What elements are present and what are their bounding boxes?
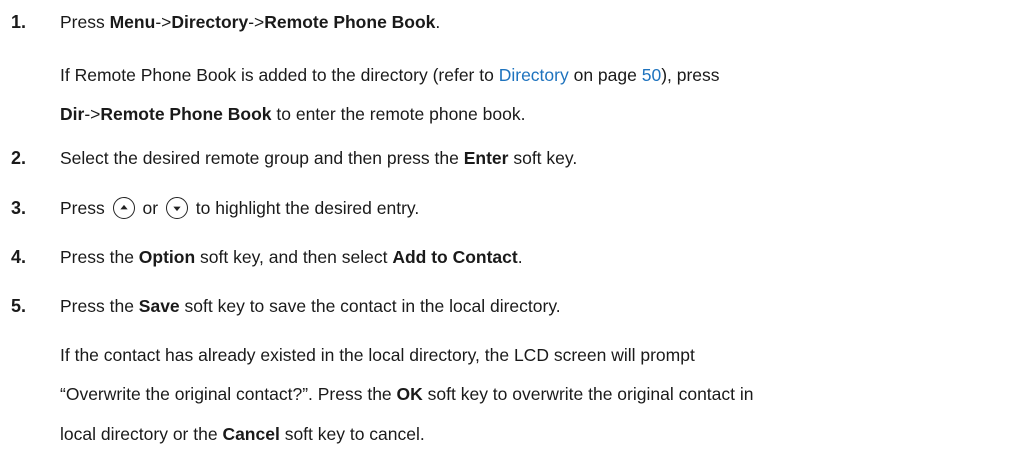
step-3: 3. Press or to highlight the desired ent…	[0, 192, 1013, 224]
text: soft key to overwrite the original conta…	[422, 384, 754, 404]
arrow-text: ->	[84, 104, 101, 124]
step-text: Press the Option soft key, and then sele…	[60, 241, 523, 273]
text: ), press	[661, 65, 720, 85]
remote-phone-book-term: Remote Phone Book	[264, 12, 436, 32]
text: soft key to save the contact in the loca…	[179, 296, 561, 316]
text: Press	[60, 12, 110, 32]
text: to enter the remote phone book.	[271, 104, 526, 124]
text: “Overwrite the original contact?”. Press…	[60, 384, 397, 404]
text: soft key.	[508, 148, 578, 168]
step-text: Press the Save soft key to save the cont…	[60, 290, 561, 322]
text: If Remote Phone Book is added to the dir…	[60, 65, 499, 85]
enter-term: Enter	[463, 148, 509, 168]
dir-term: Dir	[60, 104, 85, 124]
step-text: Press or to highlight the desired entry.	[60, 192, 419, 224]
text: If the contact has already existed in th…	[60, 345, 695, 365]
text: local directory or the	[60, 424, 223, 444]
remote-phone-book-term: Remote Phone Book	[100, 104, 272, 124]
menu-term: Menu	[109, 12, 156, 32]
step-number: 3.	[11, 198, 27, 218]
text: Press the	[60, 296, 139, 316]
arrow-text: ->	[248, 12, 265, 32]
text: soft key, and then select	[195, 247, 393, 267]
text: to highlight the desired entry.	[195, 198, 420, 218]
text: or	[142, 198, 159, 218]
down-arrow-key-icon	[165, 196, 188, 219]
step-2: 2. Select the desired remote group and t…	[0, 142, 1013, 174]
option-term: Option	[138, 247, 196, 267]
page-link[interactable]: 50	[642, 65, 661, 85]
text: Press the	[60, 247, 139, 267]
step-text: Press Menu->Directory->Remote Phone Book…	[60, 6, 440, 38]
step-5-note-line-2: “Overwrite the original contact?”. Press…	[60, 378, 1000, 410]
step-number: 2.	[11, 148, 27, 168]
directory-link[interactable]: Directory	[499, 65, 569, 85]
add-to-contact-term: Add to Contact	[392, 247, 518, 267]
save-term: Save	[138, 296, 180, 316]
step-5-note-line-1: If the contact has already existed in th…	[60, 339, 1000, 371]
up-arrow-key-icon	[112, 196, 135, 219]
text: on page	[568, 65, 642, 85]
arrow-text: ->	[155, 12, 172, 32]
step-4: 4. Press the Option soft key, and then s…	[0, 241, 1013, 273]
text: .	[435, 12, 441, 32]
text: .	[517, 247, 523, 267]
step-1-note-line-2: Dir->Remote Phone Book to enter the remo…	[60, 98, 1000, 130]
step-number: 5.	[11, 296, 27, 316]
text: soft key to cancel.	[279, 424, 425, 444]
step-number: 1.	[11, 12, 27, 32]
step-text: Select the desired remote group and then…	[60, 142, 577, 174]
step-1: 1. Press Menu->Directory->Remote Phone B…	[0, 6, 1013, 38]
step-5: 5. Press the Save soft key to save the c…	[0, 290, 1013, 322]
step-number: 4.	[11, 247, 27, 267]
directory-term: Directory	[171, 12, 249, 32]
text: Press	[60, 198, 105, 218]
text: Select the desired remote group and then…	[60, 148, 464, 168]
cancel-term: Cancel	[222, 424, 280, 444]
step-1-note-line-1: If Remote Phone Book is added to the dir…	[60, 59, 1000, 91]
ok-term: OK	[396, 384, 423, 404]
step-5-note-line-3: local directory or the Cancel soft key t…	[60, 418, 1000, 450]
